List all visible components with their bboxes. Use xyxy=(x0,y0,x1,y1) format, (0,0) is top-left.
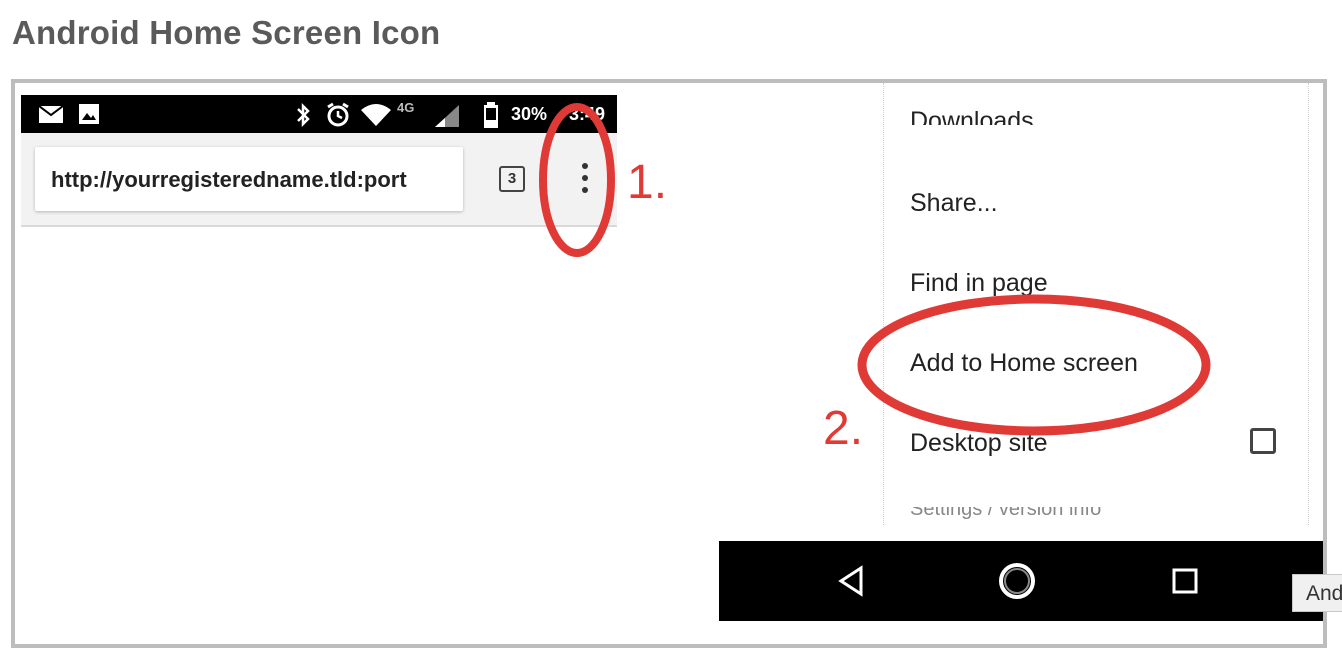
signal-icon xyxy=(435,105,459,127)
menu-item-downloads[interactable]: Downloads xyxy=(910,105,1034,125)
home-icon[interactable] xyxy=(997,561,1037,601)
bluetooth-icon xyxy=(297,103,310,127)
step-2-label: 2. xyxy=(823,402,864,455)
android-nav-bar xyxy=(719,541,1323,621)
battery-icon xyxy=(484,102,498,128)
network-type-label: 4G xyxy=(397,100,415,115)
highlight-oval-add-home xyxy=(857,294,1211,436)
menu-item-share[interactable]: Share... xyxy=(910,189,998,218)
browser-toolbar: http://yourregisteredname.tld:port 3 xyxy=(21,133,617,227)
screenshot-frame: 4G 30% 3:49 http://yourregisteredname.tl… xyxy=(11,79,1327,648)
tab-switcher-button[interactable]: 3 xyxy=(499,166,525,192)
status-bar: 4G 30% 3:49 xyxy=(21,95,617,133)
recents-icon[interactable] xyxy=(1165,561,1205,601)
desktop-site-checkbox[interactable] xyxy=(1250,428,1276,454)
image-tooltip: Android Home Screen Icon xyxy=(1292,574,1342,612)
wifi-icon xyxy=(361,104,391,126)
alarm-icon xyxy=(327,102,349,127)
page-title: Android Home Screen Icon xyxy=(12,14,441,51)
step-1-label: 1. xyxy=(627,156,668,209)
mail-icon xyxy=(39,106,63,123)
menu-item-settings[interactable]: Settings / version info xyxy=(910,507,1101,519)
url-bar[interactable]: http://yourregisteredname.tld:port xyxy=(35,147,463,211)
image-icon xyxy=(79,104,99,124)
url-text: http://yourregisteredname.tld:port xyxy=(51,167,407,192)
highlight-oval-menu xyxy=(539,103,615,257)
back-icon[interactable] xyxy=(833,561,873,601)
